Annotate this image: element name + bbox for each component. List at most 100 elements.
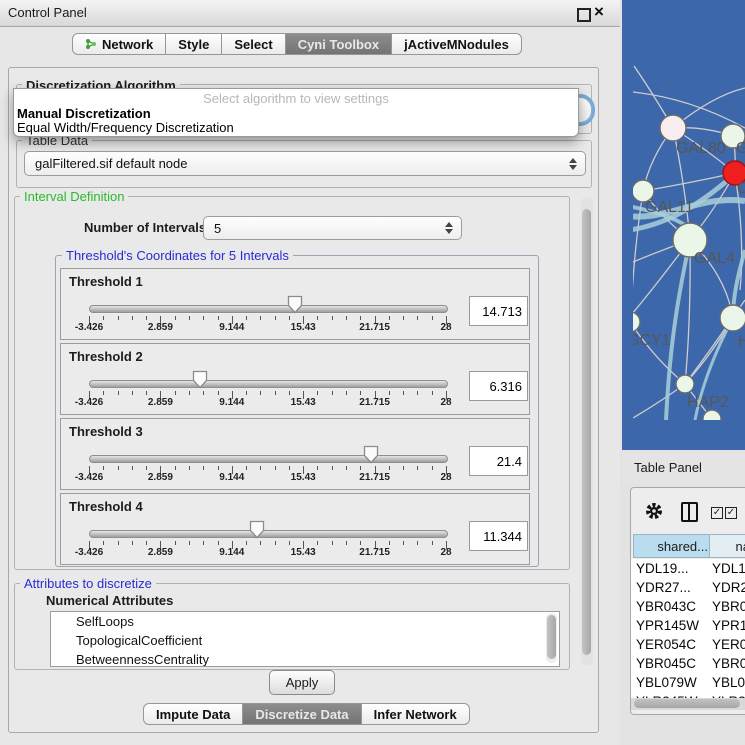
combo-arrows-icon [568, 158, 577, 170]
slider-track[interactable] [89, 530, 448, 538]
slider-thumb[interactable] [249, 520, 265, 542]
table-cell-name[interactable]: YPR1 [712, 616, 745, 635]
slider-tick [132, 316, 133, 320]
attributes-scrollbar-thumb[interactable] [547, 615, 556, 659]
slider-tick-label: 2.859 [137, 397, 183, 408]
tab-network[interactable]: Network [72, 33, 166, 55]
slider-tick [432, 466, 433, 470]
threshold-title: Threshold 3 [69, 424, 143, 439]
table-cell-name[interactable]: YDL1 [712, 559, 745, 578]
threshold-row: Threshold 4-3.4262.8599.14415.4321.71528 [60, 493, 530, 565]
table-cell-shared-name[interactable]: YBR045C [631, 654, 712, 673]
slider-tick [175, 541, 176, 545]
slider-tick [389, 316, 390, 320]
threshold-value-input[interactable] [469, 446, 528, 476]
slider-track[interactable] [89, 455, 448, 463]
slider-thumb[interactable] [287, 295, 303, 317]
table-h-scrollbar[interactable] [631, 698, 745, 710]
slider-tick [189, 466, 190, 470]
apply-button[interactable]: Apply [269, 670, 335, 695]
algorithm-option-equal-width[interactable]: Equal Width/Frequency Discretization [17, 120, 234, 135]
gear-icon[interactable] [645, 502, 663, 520]
table-cell-name[interactable]: YBR0 [712, 654, 745, 673]
slider-tick [346, 316, 347, 320]
slider-thumb[interactable] [192, 370, 208, 392]
slider-tick-label: 2.859 [137, 472, 183, 483]
attribute-item[interactable]: SelfLoops [51, 612, 559, 631]
table-row[interactable]: YBL079WYBL0 [631, 673, 745, 692]
slider-track[interactable] [89, 305, 448, 313]
slider-thumb[interactable] [363, 445, 379, 467]
threshold-value-input[interactable] [469, 296, 528, 326]
table-row[interactable]: YER054CYER0 [631, 635, 745, 654]
tab-impute-data[interactable]: Impute Data [143, 703, 243, 725]
settings-scrollbar-thumb[interactable] [582, 209, 591, 655]
slider-tick [417, 541, 418, 545]
tab-style[interactable]: Style [166, 33, 222, 55]
slider-tick-label: 21.715 [352, 472, 398, 483]
network-canvas[interactable]: GAL80GACGAL11GAL4GCY1HHAP2 [633, 30, 745, 420]
slider-tick [360, 316, 361, 320]
settings-scrollbar[interactable] [581, 197, 593, 665]
network-node[interactable] [660, 115, 686, 141]
attribute-item[interactable]: TopologicalCoefficient [51, 631, 559, 650]
top-tab-bar: Network Style Select Cyni Toolbox jActiv… [72, 33, 522, 55]
column-header-name[interactable]: na [709, 534, 745, 558]
table-data-combobox[interactable]: galFiltered.sif default node [24, 151, 586, 176]
slider-tick [403, 541, 404, 545]
checkbox-icon[interactable]: ✓ [711, 507, 723, 519]
number-of-intervals-combobox[interactable]: 5 [203, 216, 462, 240]
slider-tick [103, 391, 104, 395]
numerical-attributes-list[interactable]: SelfLoopsTopologicalCoefficientBetweenne… [50, 611, 560, 667]
table-cell-name[interactable]: YER0 [712, 635, 745, 654]
slider-tick-label: 2.859 [137, 547, 183, 558]
tab-discretize-data[interactable]: Discretize Data [243, 703, 361, 725]
slider-tick [203, 316, 204, 320]
table-row[interactable]: YBR043CYBR0 [631, 597, 745, 616]
table-row[interactable]: YDL19...YDL1 [631, 559, 745, 578]
control-panel-titlebar: Control Panel × [0, 0, 620, 27]
algorithm-option-manual[interactable]: Manual Discretization [17, 106, 151, 121]
slider-tick-label: 21.715 [352, 397, 398, 408]
table-cell-shared-name[interactable]: YBR043C [631, 597, 712, 616]
tab-cyni-toolbox[interactable]: Cyni Toolbox [286, 33, 392, 55]
table-cell-name[interactable]: YDR2 [712, 578, 745, 597]
close-panel-icon[interactable]: × [594, 2, 604, 22]
column-header-shared-name[interactable]: shared... [633, 534, 712, 558]
float-panel-icon[interactable] [577, 8, 591, 22]
table-cell-name[interactable]: YBL0 [712, 673, 745, 692]
attributes-scrollbar[interactable] [546, 613, 557, 663]
table-row[interactable]: YPR145WYPR1 [631, 616, 745, 635]
tab-select[interactable]: Select [222, 33, 285, 55]
network-node[interactable] [633, 312, 640, 332]
table-h-scrollbar-thumb[interactable] [634, 699, 740, 708]
checkbox-icon[interactable]: ✓ [725, 507, 737, 519]
table-cell-shared-name[interactable]: YBL079W [631, 673, 712, 692]
threshold-value-input[interactable] [469, 371, 528, 401]
thresholds-group-label: Threshold's Coordinates for 5 Intervals [62, 248, 293, 263]
attribute-item[interactable]: BetweennessCentrality [51, 650, 559, 667]
network-node[interactable] [720, 305, 745, 331]
slider-tick [289, 541, 290, 545]
slider-tick [346, 541, 347, 545]
slider-tick [103, 541, 104, 545]
table-cell-shared-name[interactable]: YPR145W [631, 616, 712, 635]
slider-tick [132, 541, 133, 545]
network-node[interactable] [676, 375, 694, 393]
table-row[interactable]: YDR27...YDR2 [631, 578, 745, 597]
table-cell-shared-name[interactable]: YDR27... [631, 578, 712, 597]
table-cell-shared-name[interactable]: YDL19... [631, 559, 712, 578]
slider-track[interactable] [89, 380, 448, 388]
slider-tick [203, 541, 204, 545]
slider-tick [332, 391, 333, 395]
table-row[interactable]: YBR045CYBR0 [631, 654, 745, 673]
tab-infer-network[interactable]: Infer Network [362, 703, 470, 725]
slider-tick-label: 2.859 [137, 322, 183, 333]
tab-jactivemnodules[interactable]: jActiveMNodules [392, 33, 522, 55]
columns-icon[interactable] [681, 502, 698, 522]
table-cell-name[interactable]: YBR0 [712, 597, 745, 616]
threshold-value-input[interactable] [469, 521, 528, 551]
slider-tick-label: 15.43 [280, 322, 326, 333]
table-cell-shared-name[interactable]: YER054C [631, 635, 712, 654]
slider-tick [189, 316, 190, 320]
